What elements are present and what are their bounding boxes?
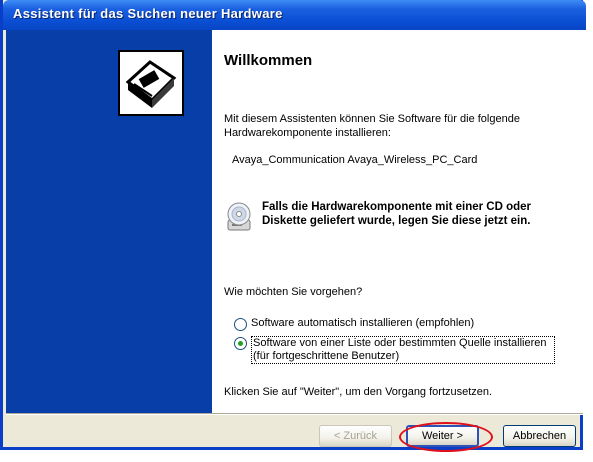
- radio-button-auto[interactable]: [234, 318, 247, 331]
- cd-insert-note: Falls die Hardwarekomponente mit einer C…: [262, 201, 532, 227]
- radio-auto-label[interactable]: Software automatisch installieren (empfo…: [251, 317, 474, 330]
- cancel-button[interactable]: Abbrechen: [503, 425, 576, 447]
- title-bar[interactable]: Assistent für das Suchen neuer Hardware: [3, 0, 586, 30]
- continue-hint: Klicken Sie auf "Weiter", um den Vorgang…: [224, 386, 493, 398]
- device-name: Avaya_Communication Avaya_Wireless_PC_Ca…: [232, 154, 478, 166]
- cd-drive-icon: [226, 200, 252, 234]
- hardware-install-icon: [118, 50, 184, 116]
- back-button[interactable]: < Zurück: [319, 425, 392, 447]
- question-text: Wie möchten Sie vorgehen?: [224, 286, 363, 298]
- next-button[interactable]: Weiter >: [406, 425, 479, 447]
- radio-button-manual[interactable]: [234, 337, 247, 350]
- footer-separator: [6, 413, 583, 415]
- radio-manual-install[interactable]: Software von einer Liste oder bestimmten…: [234, 336, 555, 364]
- radio-manual-label[interactable]: Software von einer Liste oder bestimmten…: [251, 336, 555, 364]
- window-title: Assistent für das Suchen neuer Hardware: [13, 6, 283, 21]
- wizard-sidebar: [6, 30, 212, 413]
- wizard-content: Willkommen Mit diesem Assistenten können…: [212, 30, 583, 413]
- wizard-window: Assistent für das Suchen neuer Hardware …: [0, 0, 586, 452]
- intro-text: Mit diesem Assistenten können Sie Softwa…: [224, 113, 520, 139]
- page-title: Willkommen: [224, 52, 313, 69]
- radio-auto-install[interactable]: Software automatisch installieren (empfo…: [234, 317, 474, 331]
